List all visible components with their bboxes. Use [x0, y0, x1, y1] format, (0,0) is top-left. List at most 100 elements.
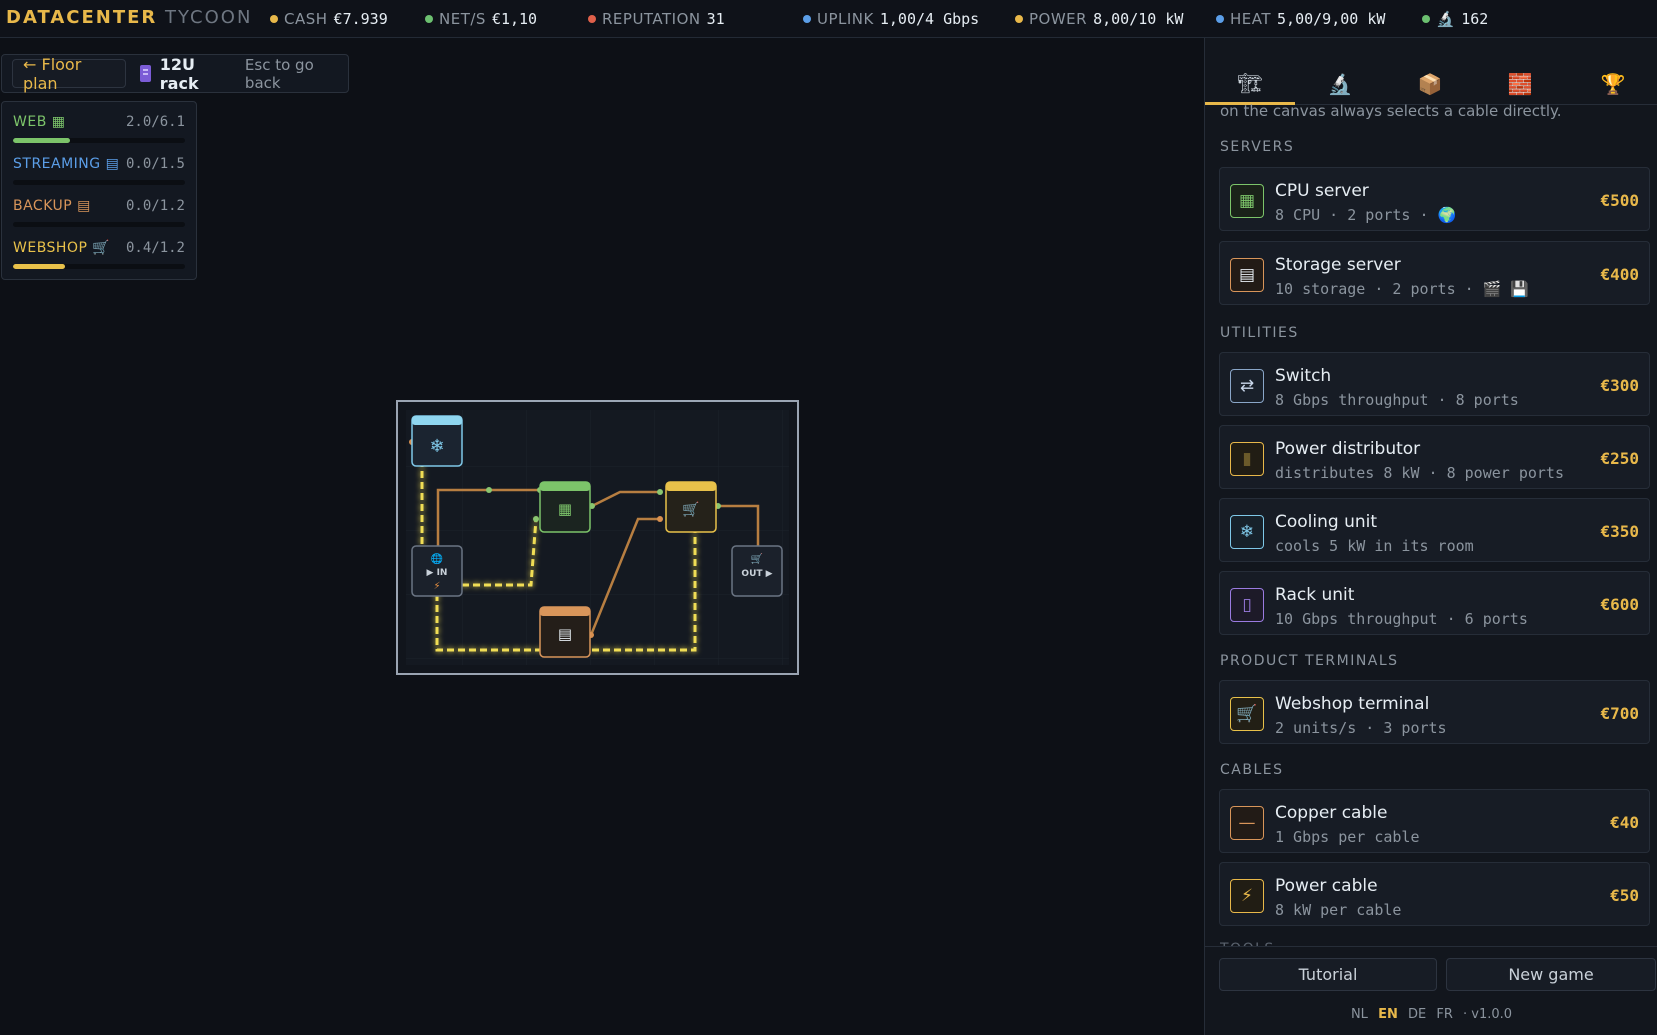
shop-item-storage-server[interactable]: ▤ Storage server 10 storage · 2 ports · …: [1219, 241, 1650, 305]
rack-breadcrumb: ← Floor plan 12U rack Esc to go back: [1, 54, 349, 93]
demand-bar-fill: [13, 138, 70, 143]
cart-icon: 🛒: [682, 501, 699, 518]
out-label: OUT ▶: [741, 569, 772, 579]
brand-secondary: TYCOON: [165, 7, 253, 28]
shop-item-switch[interactable]: ⇄ Switch 8 Gbps throughput · 8 ports €30…: [1219, 352, 1650, 416]
storage-server-node[interactable]: ▤: [539, 606, 591, 658]
item-desc: 2 units/s · 3 ports: [1275, 719, 1447, 737]
item-price: €40: [1610, 813, 1639, 832]
item-desc: 10 Gbps throughput · 6 ports: [1275, 610, 1528, 628]
cooling-unit-node[interactable]: ❄: [411, 415, 463, 467]
cable-joint: [533, 516, 539, 522]
item-price: €250: [1600, 449, 1639, 468]
item-desc: 8 CPU · 2 ports · 🌍: [1275, 206, 1457, 224]
demand-row-backup: BACKUP ▤ 0.0/1.2: [13, 186, 185, 227]
item-price: €700: [1600, 704, 1639, 723]
stat-cash: CASH €7.939: [270, 10, 388, 28]
stat-label: NET/S: [439, 10, 486, 28]
brand-primary: DATACENTER: [6, 7, 158, 28]
rack-grid: [406, 410, 789, 665]
shop-item-power-cable[interactable]: ⚡ Power cable 8 kW per cable €50: [1219, 862, 1650, 926]
demand-name: WEB ▦: [13, 114, 66, 130]
demand-bar: [13, 180, 185, 185]
webshop-terminal-node[interactable]: 🛒: [665, 481, 717, 533]
item-desc: distributes 8 kW · 8 power ports: [1275, 464, 1564, 482]
shop-item-rack-unit[interactable]: ▯ Rack unit 10 Gbps throughput · 6 ports…: [1219, 571, 1650, 635]
snowflake-icon: ❄: [1230, 515, 1264, 549]
globe-icon: 🌐: [431, 552, 443, 565]
demand-bar: [13, 138, 185, 143]
stat-value: 162: [1461, 10, 1489, 28]
tab-build[interactable]: 🏗: [1205, 63, 1295, 105]
storage-icon: ▤: [558, 625, 572, 643]
in-label: ▶ IN: [427, 568, 448, 578]
cart-icon: 🛒: [1230, 697, 1264, 731]
item-price: €400: [1600, 265, 1639, 284]
tab-inventory[interactable]: 📦: [1385, 63, 1475, 105]
swap-icon: ⇄: [1230, 369, 1264, 403]
lang-en[interactable]: EN: [1378, 1007, 1398, 1022]
demand-value: 0.0/1.5: [125, 156, 185, 172]
bolt-icon: ⚡: [1230, 879, 1264, 913]
demand-bar-fill: [13, 264, 65, 269]
status-dot: [803, 15, 811, 23]
rack-diagram[interactable]: ❄ 🌐 ▶ IN ⚡ ▦ 🛒 ▤ 🛒 OUT ▶: [398, 402, 797, 673]
cpu-server-node[interactable]: ▦: [539, 481, 591, 533]
status-dot: [1015, 15, 1023, 23]
item-name: Webshop terminal: [1275, 694, 1430, 714]
stat-value: €1,10: [491, 10, 538, 28]
section-cables: CABLES: [1220, 762, 1284, 778]
sidebar-footer: Tutorial New game NL EN DE FR · v1.0.0: [1205, 946, 1657, 1035]
stat-reputation: REPUTATION 31: [588, 10, 725, 28]
cable-joint: [657, 516, 663, 522]
version-label: · v1.0.0: [1463, 1007, 1513, 1022]
status-dot: [270, 15, 278, 23]
item-desc: 10 storage · 2 ports · 🎬 💾: [1275, 280, 1530, 298]
item-price: €500: [1600, 191, 1639, 210]
rack-icon: ▯: [1230, 588, 1264, 622]
top-bar: DATACENTER TYCOON CASH €7.939 NET/S €1,1…: [0, 0, 1657, 38]
language-switcher: NL EN DE FR · v1.0.0: [1205, 1007, 1657, 1022]
tab-rooms[interactable]: 🧱: [1475, 63, 1565, 105]
demand-value: 0.0/1.2: [125, 198, 185, 214]
stat-value: 5,00/9,00 kW: [1277, 10, 1386, 28]
shop-item-webshop-terminal[interactable]: 🛒 Webshop terminal 2 units/s · 3 ports €…: [1219, 680, 1650, 744]
rack-icon: [140, 65, 151, 82]
shop-item-copper-cable[interactable]: — Copper cable 1 Gbps per cable €40: [1219, 789, 1650, 853]
lang-nl[interactable]: NL: [1351, 1007, 1368, 1022]
item-price: €50: [1610, 886, 1639, 905]
status-dot: [588, 15, 596, 23]
stat-label: CASH: [284, 10, 328, 28]
help-text: on the canvas always selects a cable dir…: [1220, 102, 1562, 120]
crane-icon: 🏗: [1237, 70, 1263, 95]
storage-icon: ▤: [1230, 258, 1264, 292]
tab-research[interactable]: 🔬: [1295, 63, 1385, 105]
floor-plan-button[interactable]: ← Floor plan: [12, 55, 127, 93]
lang-de[interactable]: DE: [1408, 1007, 1426, 1022]
item-price: €350: [1600, 522, 1639, 541]
shop-item-cpu-server[interactable]: ▦ CPU server 8 CPU · 2 ports · 🌍 €500: [1219, 167, 1650, 231]
tab-achievements[interactable]: 🏆: [1568, 63, 1657, 105]
stat-value: 8,00/10 kW: [1093, 10, 1184, 28]
status-dot: [425, 15, 433, 23]
item-name: Copper cable: [1275, 803, 1388, 823]
stat-value: 31: [706, 10, 725, 28]
stat-label: HEAT: [1230, 10, 1272, 28]
new-game-button[interactable]: New game: [1446, 958, 1656, 991]
tutorial-button[interactable]: Tutorial: [1219, 958, 1437, 991]
game-logo: DATACENTER TYCOON: [6, 7, 252, 28]
lang-fr[interactable]: FR: [1436, 1007, 1453, 1022]
item-name: Power distributor: [1275, 439, 1421, 459]
section-servers: SERVERS: [1220, 139, 1295, 155]
package-icon: 📦: [1417, 72, 1443, 96]
item-desc: 8 kW per cable: [1275, 901, 1402, 919]
uplink-in-node[interactable]: 🌐 ▶ IN ⚡: [411, 545, 463, 597]
rack-canvas[interactable]: ❄ 🌐 ▶ IN ⚡ ▦ 🛒 ▤ 🛒 OUT ▶: [396, 400, 799, 675]
stat-research: 🔬 162: [1422, 10, 1488, 28]
shop-item-power-distributor[interactable]: ▮ Power distributor distributes 8 kW · 8…: [1219, 425, 1650, 489]
snowflake-icon: ❄: [429, 436, 444, 457]
stat-heat: HEAT 5,00/9,00 kW: [1216, 10, 1385, 28]
rack-title: 12U rack: [159, 54, 199, 93]
output-node[interactable]: 🛒 OUT ▶: [731, 545, 783, 597]
shop-item-cooling-unit[interactable]: ❄ Cooling unit cools 5 kW in its room €3…: [1219, 498, 1650, 562]
